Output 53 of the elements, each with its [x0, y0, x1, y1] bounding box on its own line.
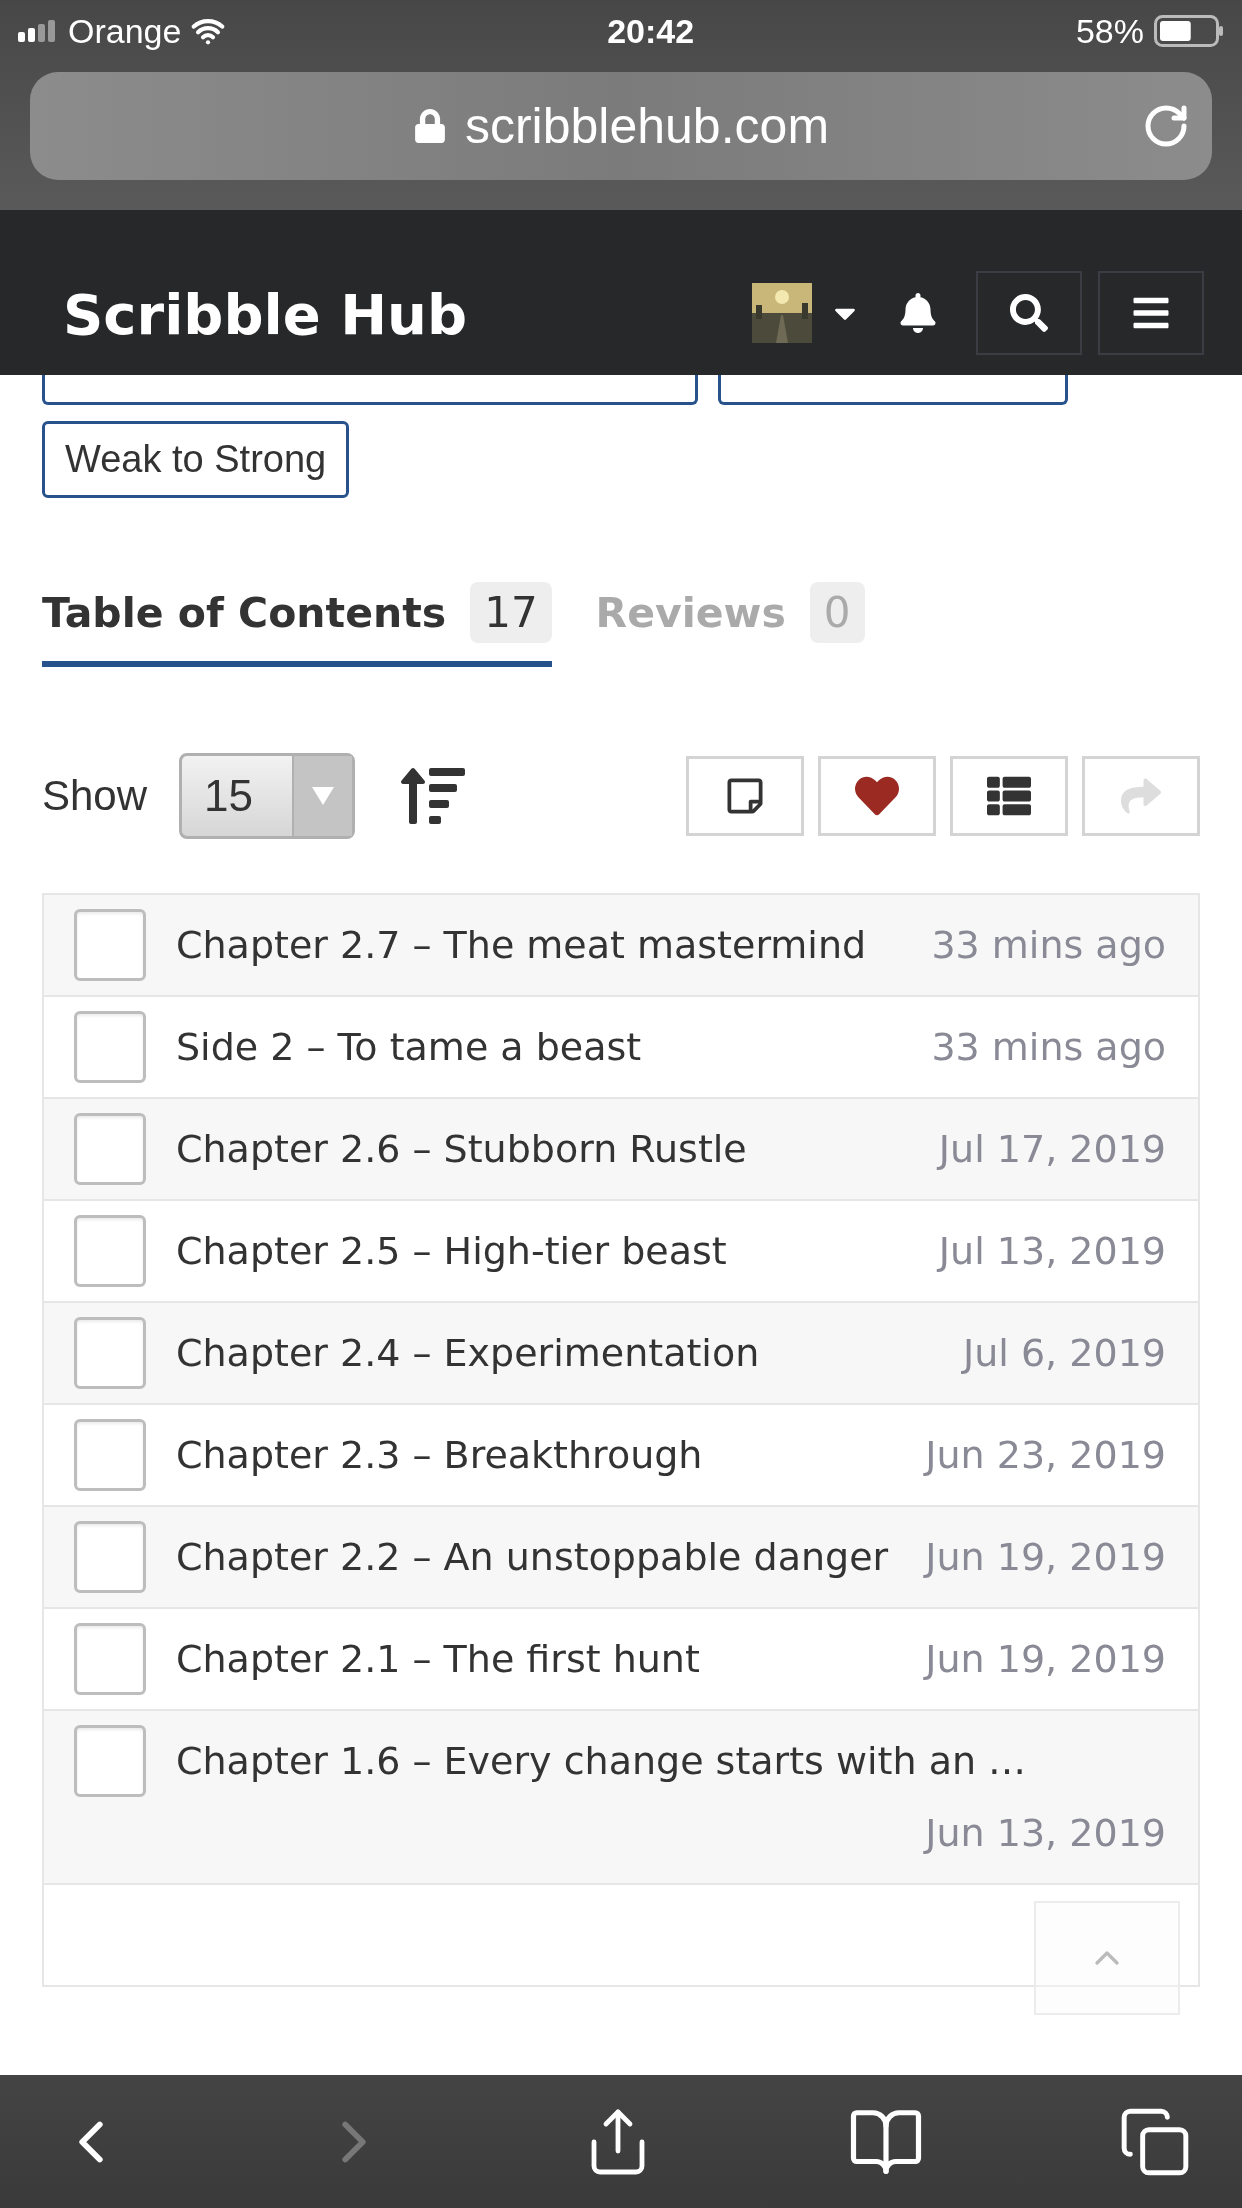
chapter-checkbox[interactable]	[74, 1725, 146, 1797]
chapter-checkbox[interactable]	[74, 1419, 146, 1491]
tag-outline[interactable]	[42, 375, 698, 405]
page-size-select[interactable]: 15	[179, 753, 356, 839]
chapter-date: Jul 17, 2019	[938, 1126, 1166, 1173]
favorite-button[interactable]	[818, 756, 936, 836]
battery-percent: 58%	[1075, 11, 1144, 51]
lock-icon	[412, 109, 447, 143]
chapter-title[interactable]: Chapter 2.7 – The meat mastermind	[176, 909, 867, 981]
chapter-date: 33 mins ago	[931, 1024, 1166, 1071]
tag-outline[interactable]	[718, 375, 1068, 405]
chapter-checkbox[interactable]	[74, 1113, 146, 1185]
chapter-checkbox[interactable]	[74, 1623, 146, 1695]
chapter-checkbox[interactable]	[74, 1215, 146, 1287]
chapter-date: Jun 23, 2019	[925, 1432, 1166, 1479]
count-badge: 17	[470, 582, 552, 643]
address-bar[interactable]: scribblehub.com	[30, 72, 1212, 180]
heart-icon	[855, 774, 899, 818]
chapter-checkbox[interactable]	[74, 1011, 146, 1083]
chapter-checkbox[interactable]	[74, 1521, 146, 1593]
chapter-date: Jun 13, 2019	[925, 1810, 1166, 1857]
note-button[interactable]	[686, 756, 804, 836]
chapter-title[interactable]: Side 2 – To tame a beast	[176, 1011, 642, 1083]
chapter-checkbox[interactable]	[74, 909, 146, 981]
chapter-title[interactable]: Chapter 2.5 – High-tier beast	[176, 1215, 727, 1287]
menu-button[interactable]	[1098, 271, 1204, 355]
signal-icon	[18, 20, 58, 42]
carrier-name: Orange	[68, 11, 182, 51]
chapter-date: Jul 6, 2019	[963, 1330, 1166, 1377]
list-button[interactable]	[950, 756, 1068, 836]
section-tab[interactable]: Table of Contents 17	[42, 582, 552, 667]
note-icon	[725, 776, 765, 816]
chapter-title[interactable]: Chapter 1.6 – Every change starts with an …	[176, 1725, 1027, 1797]
chapter-date: Jun 19, 2019	[925, 1534, 1166, 1581]
chapter-title[interactable]: Chapter 2.2 – An unstoppable danger	[176, 1521, 889, 1593]
chapter-date: Jul 13, 2019	[938, 1228, 1166, 1275]
battery-icon	[1154, 15, 1224, 47]
count-badge: 0	[809, 582, 865, 643]
bell-icon[interactable]	[898, 293, 938, 333]
genre-tag[interactable]: Weak to Strong	[42, 421, 350, 498]
chapter-title[interactable]: Chapter 2.3 – Breakthrough	[176, 1419, 703, 1491]
chapter-title[interactable]: Chapter 2.1 – The first hunt	[176, 1623, 700, 1695]
clock-time: 20:42	[607, 11, 695, 51]
chapter-checkbox[interactable]	[74, 1317, 146, 1389]
share-icon	[1121, 776, 1161, 816]
search-icon	[1010, 294, 1048, 332]
chapter-date: 33 mins ago	[931, 922, 1166, 969]
chapter-date: Jun 19, 2019	[925, 1636, 1166, 1683]
show-label: Show	[42, 772, 148, 820]
chapter-title[interactable]: Chapter 2.4 – Experimentation	[176, 1317, 760, 1389]
chapter-title[interactable]: Chapter 2.6 – Stubborn Rustle	[176, 1113, 747, 1185]
list-icon	[987, 774, 1031, 818]
search-button[interactable]	[976, 271, 1082, 355]
